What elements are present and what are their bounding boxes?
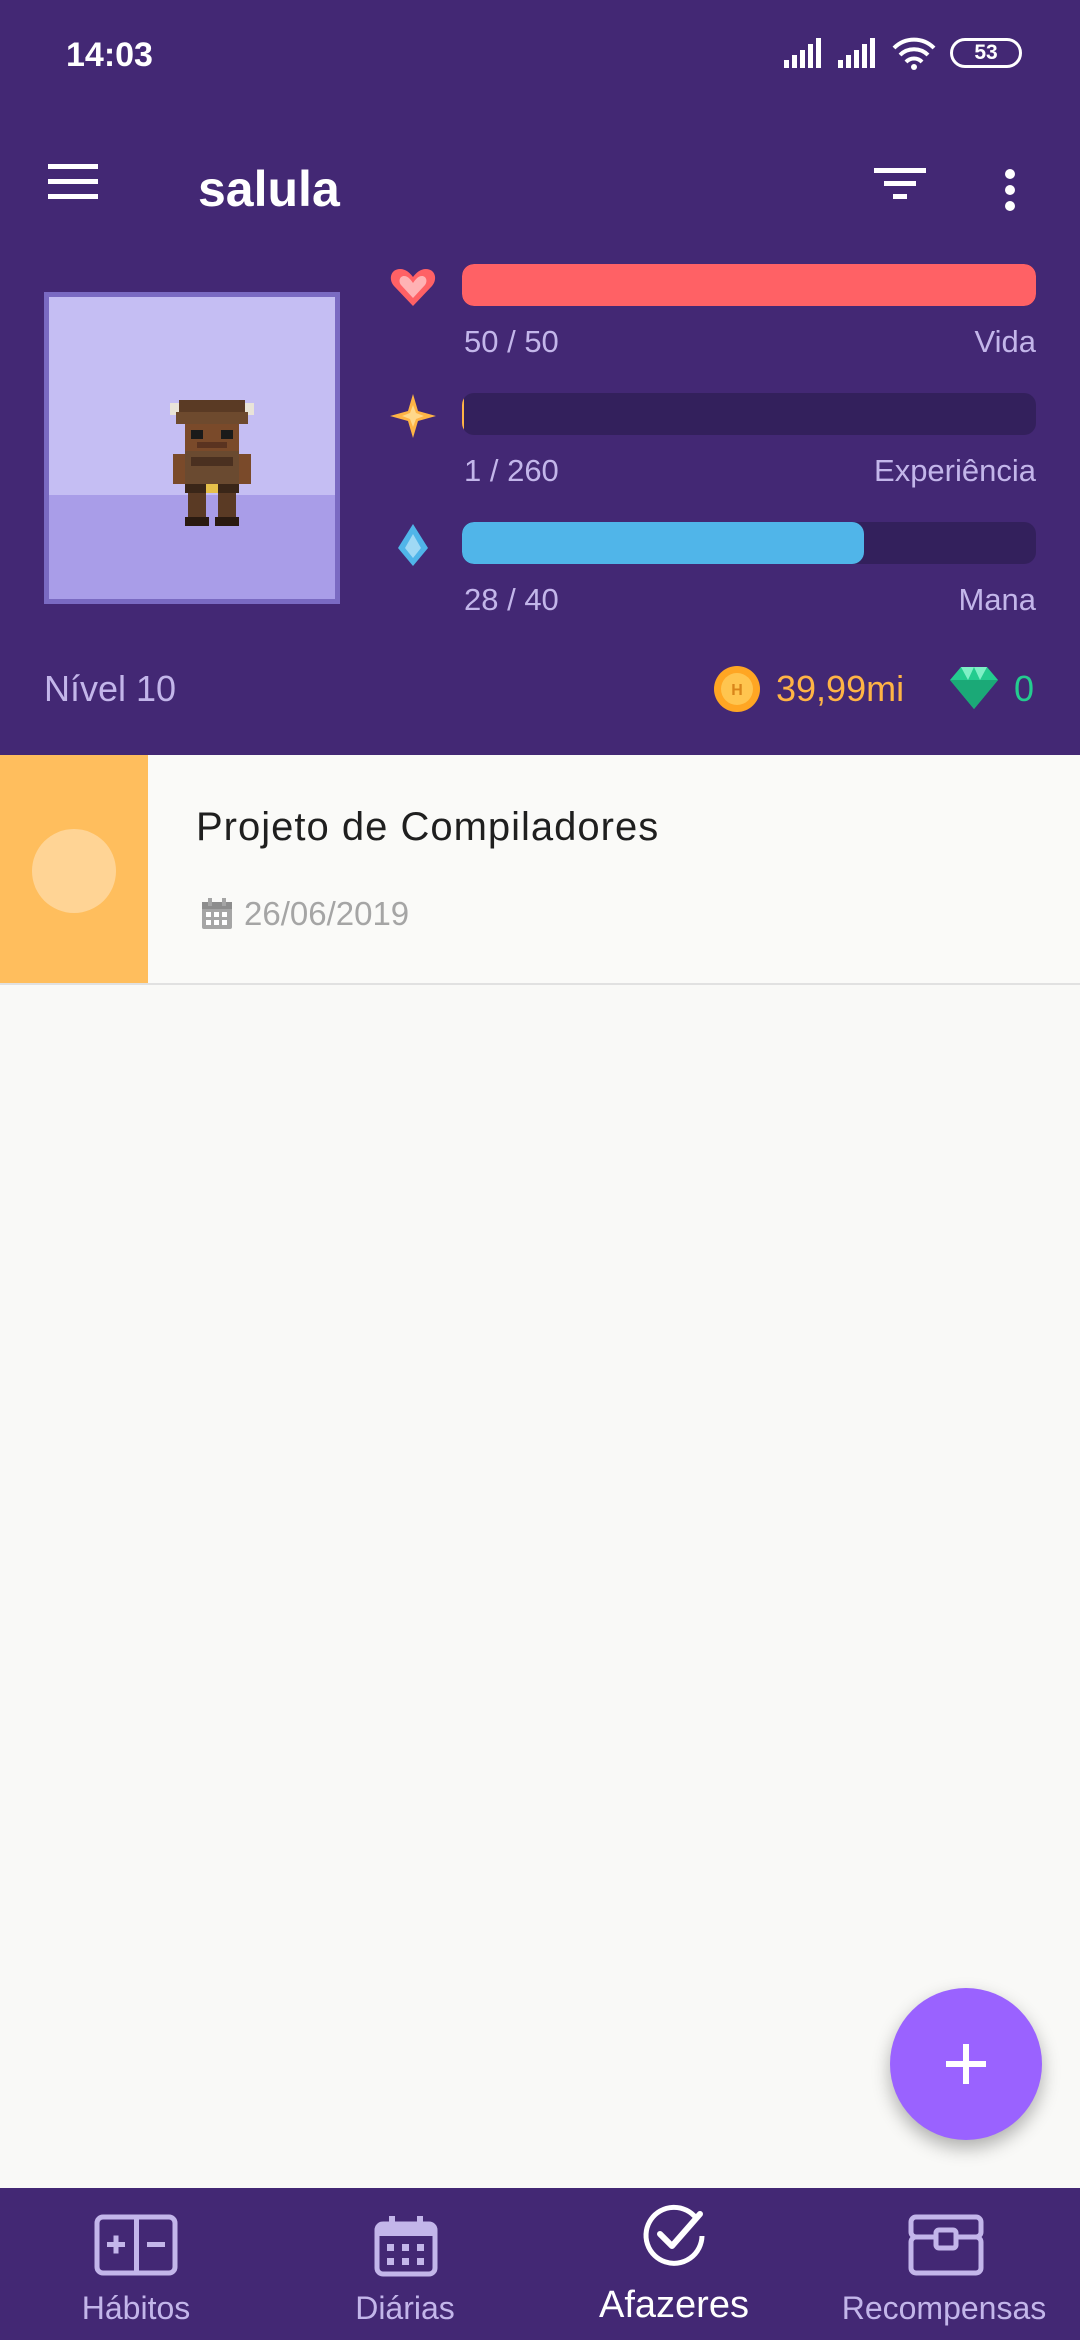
experience-bar-fill	[462, 393, 465, 435]
battery-indicator: 53	[950, 38, 1022, 68]
header: 14:03 53 salula 50 / 50 Vida 1 / 260 Exp…	[0, 0, 1080, 755]
mana-bar-fill	[462, 522, 864, 564]
app-screen: 14:03 53 salula 50 / 50 Vida 1 / 260 Exp…	[0, 0, 1080, 2340]
nav-habits[interactable]: Hábitos	[38, 2188, 234, 2340]
wifi-icon	[892, 37, 936, 70]
signal-icon	[784, 38, 821, 68]
experience-label: Experiência	[874, 453, 1036, 488]
status-icons: 53	[784, 36, 1022, 70]
task-checkbox-area[interactable]	[0, 755, 148, 983]
nav-rewards-label: Recompensas	[841, 2290, 1047, 2326]
gem-amount: 0	[1014, 668, 1035, 709]
gold-coin-icon: H	[714, 666, 760, 712]
star-icon	[390, 394, 436, 438]
filter-icon	[874, 168, 926, 199]
menu-button[interactable]	[44, 160, 110, 216]
avatar-background	[49, 297, 335, 599]
task-due-date: 26/06/2019	[244, 895, 410, 932]
svg-text:H: H	[731, 682, 743, 699]
habits-icon	[94, 2214, 178, 2276]
task-item[interactable]: Projeto de Compiladores 26/06/2019	[0, 755, 1080, 985]
health-bar	[462, 264, 1036, 306]
mana-label: Mana	[958, 582, 1036, 617]
mana-drop-icon	[398, 524, 428, 566]
gold-amount: 39,99mi	[776, 668, 905, 709]
health-stat: 50 / 50 Vida	[388, 264, 1040, 374]
avatar[interactable]	[44, 292, 340, 604]
health-label: Vida	[974, 324, 1037, 359]
heart-icon	[390, 269, 436, 306]
chest-icon	[908, 2214, 984, 2276]
nav-rewards[interactable]: Recompensas	[828, 2188, 1060, 2340]
mana-value: 28 / 40	[464, 582, 559, 617]
hamburger-icon	[48, 164, 98, 199]
add-task-button[interactable]	[890, 1988, 1042, 2140]
health-value: 50 / 50	[464, 324, 559, 359]
mana-stat: 28 / 40 Mana	[388, 522, 1040, 632]
task-checkbox[interactable]	[32, 829, 116, 913]
nav-dailies[interactable]: Diárias	[312, 2188, 498, 2340]
signal-icon	[838, 38, 875, 68]
health-bar-fill	[462, 264, 1036, 306]
experience-value: 1 / 260	[464, 453, 559, 488]
user-name-title: salula	[198, 161, 340, 217]
nav-habits-label: Hábitos	[81, 2290, 191, 2326]
calendar-icon	[374, 2216, 438, 2277]
calendar-icon	[202, 898, 232, 929]
nav-todos-label: Afazeres	[599, 2284, 749, 2326]
experience-stat: 1 / 260 Experiência	[388, 393, 1040, 503]
toolbar: salula	[0, 140, 1080, 240]
plus-icon	[946, 2044, 986, 2084]
status-bar: 14:03 53	[0, 0, 1080, 110]
level-text: Nível 10	[44, 668, 177, 709]
bottom-navigation: Hábitos Diárias Afazeres Recompensas	[0, 2188, 1080, 2340]
status-time: 14:03	[66, 36, 153, 74]
task-title: Projeto de Compiladores	[196, 805, 660, 849]
gem-icon	[950, 667, 998, 709]
check-circle-icon	[643, 2204, 705, 2266]
nav-todos[interactable]: Afazeres	[578, 2188, 770, 2340]
mana-bar	[462, 522, 1036, 564]
more-vert-icon	[1005, 169, 1015, 211]
more-options-button[interactable]	[1000, 162, 1040, 218]
experience-bar	[462, 393, 1036, 435]
avatar-sprite	[170, 400, 254, 526]
nav-dailies-label: Diárias	[355, 2290, 455, 2326]
filter-button[interactable]	[872, 162, 934, 218]
